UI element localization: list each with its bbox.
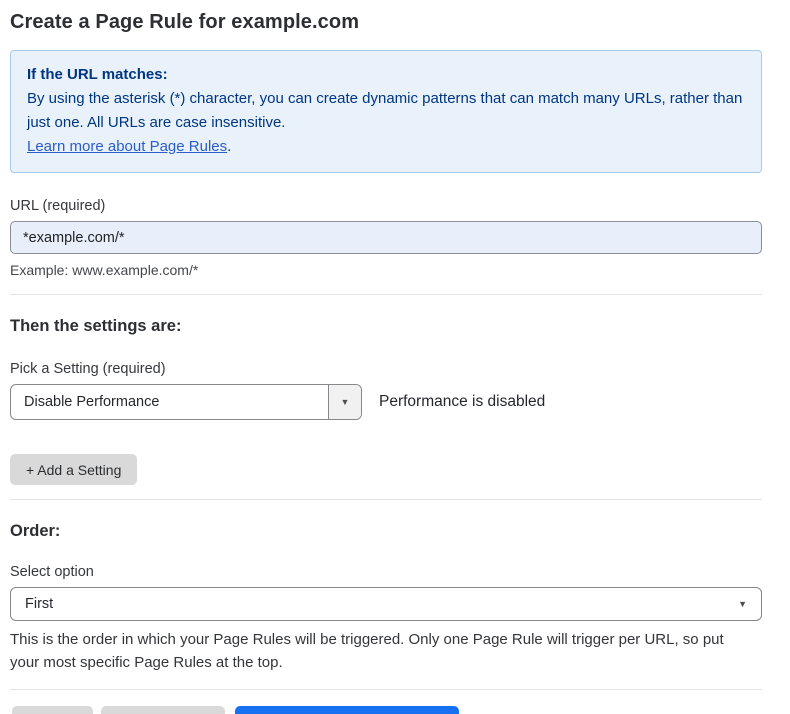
url-field-label: URL (required)	[10, 198, 762, 214]
form-actions: Cancel Save as Draft Save and Deploy Pag…	[12, 706, 762, 714]
info-box-body: By using the asterisk (*) character, you…	[27, 87, 745, 135]
url-match-info-box: If the URL matches: By using the asteris…	[10, 50, 762, 173]
order-select-label: Select option	[10, 564, 762, 580]
order-help-text: This is the order in which your Page Rul…	[10, 628, 755, 674]
settings-section-heading: Then the settings are:	[10, 317, 762, 336]
pick-setting-label: Pick a Setting (required)	[10, 361, 762, 377]
info-box-link-line: Learn more about Page Rules.	[27, 135, 745, 159]
chevron-down-icon: ▼	[341, 398, 350, 407]
cancel-button[interactable]: Cancel	[12, 706, 93, 714]
link-period: .	[227, 138, 231, 155]
divider	[10, 294, 762, 295]
order-section-heading: Order:	[10, 522, 762, 541]
page-rule-form: Create a Page Rule for example.com If th…	[10, 11, 762, 714]
save-and-deploy-button[interactable]: Save and Deploy Page Rule	[235, 706, 459, 714]
setting-dropdown-arrow-button[interactable]: ▼	[328, 385, 361, 419]
divider	[10, 689, 762, 690]
page-title: Create a Page Rule for example.com	[10, 11, 762, 34]
setting-status-text: Performance is disabled	[379, 393, 545, 411]
chevron-down-icon: ▼	[738, 600, 747, 609]
info-box-heading: If the URL matches:	[27, 63, 745, 87]
order-select[interactable]: First ▼	[10, 587, 762, 621]
save-as-draft-button[interactable]: Save as Draft	[101, 706, 225, 714]
order-select-value: First	[25, 596, 53, 612]
setting-dropdown-value: Disable Performance	[11, 385, 328, 419]
learn-more-link[interactable]: Learn more about Page Rules	[27, 138, 227, 155]
add-setting-button[interactable]: + Add a Setting	[10, 454, 137, 485]
url-input[interactable]	[10, 221, 762, 254]
setting-row: Disable Performance ▼ Performance is dis…	[10, 384, 762, 420]
url-example-text: Example: www.example.com/*	[10, 262, 762, 278]
setting-dropdown[interactable]: Disable Performance ▼	[10, 384, 362, 420]
divider	[10, 499, 762, 500]
